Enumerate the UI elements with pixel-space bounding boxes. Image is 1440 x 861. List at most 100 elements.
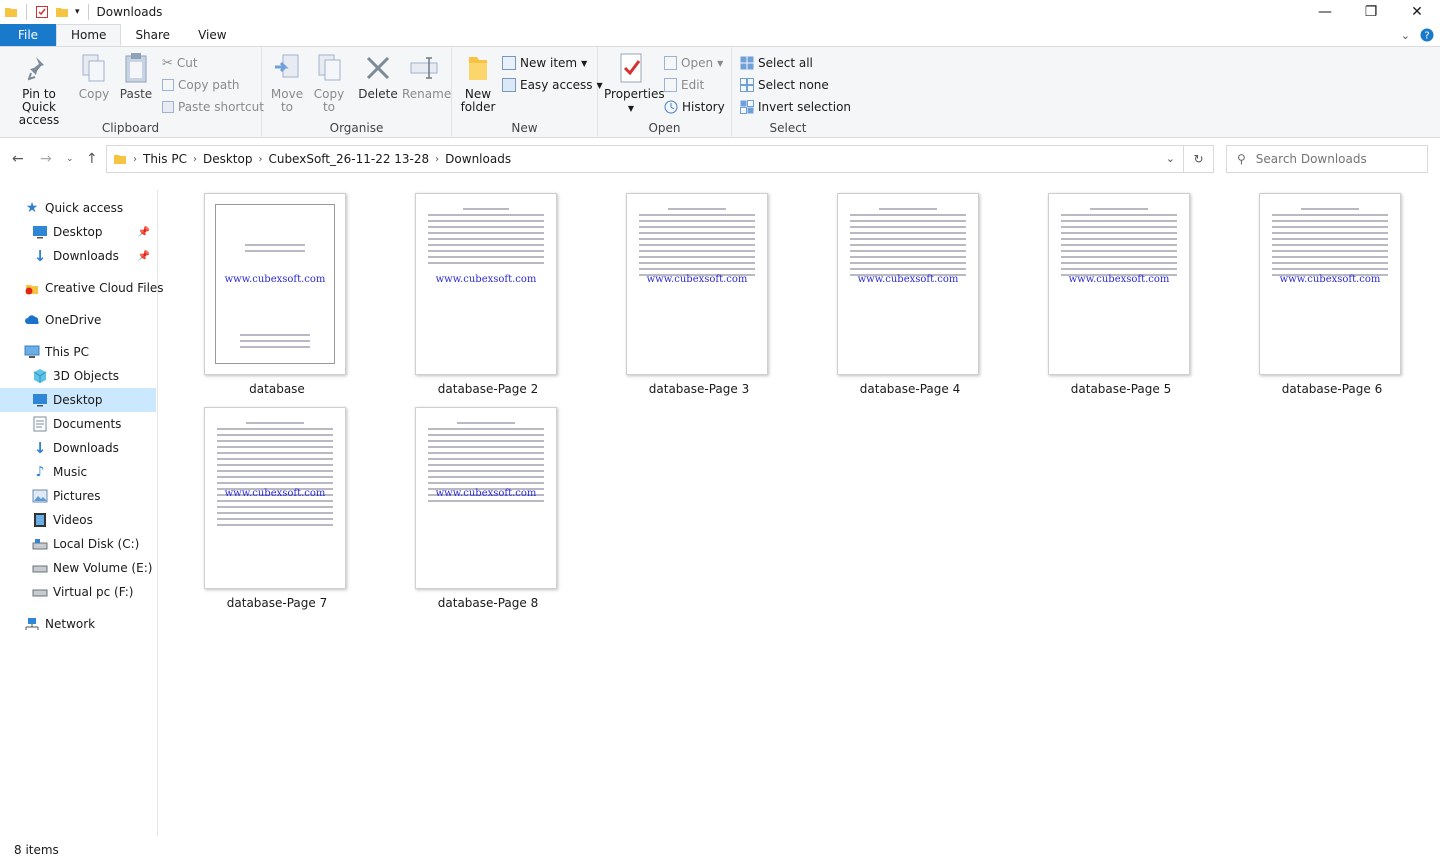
chevron-right-icon[interactable]: › [193, 154, 197, 165]
tab-share[interactable]: Share [121, 24, 184, 46]
open-button[interactable]: Open ▼ [664, 53, 723, 73]
breadcrumb-downloads[interactable]: Downloads [445, 152, 511, 166]
easy-access-button[interactable]: Easy access ▼ [502, 75, 603, 95]
sidebar-item-downloads-pinned[interactable]: ↓ Downloads 📌 [0, 244, 156, 268]
tab-home[interactable]: Home [56, 24, 122, 46]
watermark: www.cubexsoft.com [646, 274, 748, 285]
sidebar-item-virtual-pc-f[interactable]: Virtual pc (F:) [0, 580, 156, 604]
properties-button[interactable]: Properties ▼ [604, 51, 665, 115]
maximize-button[interactable]: ❐ [1348, 0, 1394, 24]
file-thumbnail[interactable]: www.cubexsoft.com [837, 193, 979, 375]
up-arrow-icon[interactable]: ↑ [86, 151, 98, 167]
new-folder-icon[interactable] [55, 5, 69, 19]
pin-icon[interactable]: 📌 [138, 251, 150, 262]
copy-to-button[interactable]: Copy to [310, 51, 348, 114]
file-thumbnail[interactable]: www.cubexsoft.com [1048, 193, 1190, 375]
delete-button[interactable]: Delete [358, 51, 398, 101]
file-name[interactable]: database [197, 382, 357, 396]
address-bar[interactable]: › This PC › Desktop › CubexSoft_26-11-22… [106, 145, 1184, 173]
edit-label: Edit [681, 78, 705, 92]
chevron-down-icon: ▼ [627, 104, 635, 113]
move-to-button[interactable]: Move to [268, 51, 306, 114]
history-button[interactable]: History [664, 97, 725, 117]
sidebar-item-local-disk-c[interactable]: Local Disk (C:) [0, 532, 156, 556]
file-name[interactable]: database-Page 2 [408, 382, 568, 396]
paste-shortcut-button[interactable]: Paste shortcut [162, 97, 264, 117]
minimize-button[interactable]: — [1302, 0, 1348, 24]
sidebar-item-music[interactable]: ♪ Music [0, 460, 156, 484]
clipboard-group: Pin to Quick access Copy Paste ✂ Cut Copy… [0, 47, 264, 138]
sidebar-item-desktop[interactable]: Desktop [0, 388, 156, 412]
file-name[interactable]: database-Page 3 [619, 382, 779, 396]
chevron-down-icon[interactable]: ▾ [75, 7, 80, 17]
copy-path-button[interactable]: Copy path [162, 75, 240, 95]
sidebar-item-downloads[interactable]: ↓ Downloads [0, 436, 156, 460]
new-item-button[interactable]: New item ▼ [502, 53, 587, 73]
sidebar-item-onedrive[interactable]: OneDrive [0, 308, 156, 332]
sidebar-item-documents[interactable]: Documents [0, 412, 156, 436]
breadcrumb-desktop[interactable]: Desktop [203, 152, 253, 166]
breadcrumb-this-pc[interactable]: This PC [143, 152, 187, 166]
close-button[interactable]: ✕ [1394, 0, 1440, 24]
new-folder-label: New folder [460, 87, 496, 114]
breadcrumb-cubexsoft[interactable]: CubexSoft_26-11-22 13-28 [268, 152, 429, 166]
new-folder-button[interactable]: New folder [458, 51, 498, 114]
copy-button[interactable]: Copy [76, 51, 112, 101]
sidebar-item-desktop-pinned[interactable]: Desktop 📌 [0, 220, 156, 244]
edit-button[interactable]: Edit [664, 75, 704, 95]
file-thumbnail[interactable]: www.cubexsoft.com [415, 193, 557, 375]
file-thumbnail[interactable]: www.cubexsoft.com [626, 193, 768, 375]
select-none-button[interactable]: Select none [740, 75, 829, 95]
sidebar-item-pictures[interactable]: Pictures [0, 484, 156, 508]
paste-button[interactable]: Paste [116, 51, 156, 101]
select-all-button[interactable]: Select all [740, 53, 813, 73]
chevron-right-icon[interactable]: › [435, 154, 439, 165]
drive-icon [32, 536, 48, 552]
invert-selection-icon [740, 100, 754, 114]
clipboard-group-label: Clipboard [101, 121, 160, 135]
desktop-icon [32, 224, 48, 240]
paste-label: Paste [119, 87, 153, 101]
pin-to-quick-access-button[interactable]: Pin to Quick access [4, 51, 74, 127]
rename-label: Rename [402, 87, 452, 101]
file-thumbnail[interactable]: www.cubexsoft.com [204, 193, 346, 375]
sidebar-item-creative-cloud[interactable]: Creative Cloud Files [0, 276, 164, 300]
address-dropdown-icon[interactable]: ⌄ [1166, 152, 1175, 165]
file-thumbnail[interactable]: www.cubexsoft.com [204, 407, 346, 589]
file-thumbnail[interactable]: www.cubexsoft.com [415, 407, 557, 589]
sidebar-item-label: Documents [53, 417, 122, 431]
forward-arrow-icon[interactable]: → [40, 151, 52, 167]
sidebar-item-label: Virtual pc (F:) [53, 585, 134, 599]
file-name[interactable]: database-Page 8 [408, 596, 568, 610]
tab-file[interactable]: File [0, 24, 56, 46]
sidebar-item-videos[interactable]: Videos [0, 508, 156, 532]
file-name[interactable]: database-Page 6 [1252, 382, 1412, 396]
search-box[interactable]: ⚲ [1226, 145, 1428, 173]
rename-button[interactable]: Rename [402, 51, 451, 101]
file-name[interactable]: database-Page 4 [830, 382, 990, 396]
invert-selection-button[interactable]: Invert selection [740, 97, 851, 117]
tab-view[interactable]: View [184, 24, 240, 46]
help-icon[interactable]: ? [1420, 28, 1434, 42]
sidebar-item-3d-objects[interactable]: 3D Objects [0, 364, 156, 388]
paste-icon [125, 53, 147, 83]
recent-locations-chevron-icon[interactable]: ⌄ [66, 154, 74, 164]
pin-icon[interactable]: 📌 [138, 227, 150, 238]
back-arrow-icon[interactable]: ← [12, 151, 24, 167]
sidebar-item-this-pc[interactable]: This PC [0, 340, 156, 364]
file-name[interactable]: database-Page 7 [197, 596, 357, 610]
file-name[interactable]: database-Page 5 [1041, 382, 1201, 396]
sidebar-item-label: New Volume (E:) [53, 561, 153, 575]
sidebar-item-quick-access[interactable]: ★ Quick access [0, 196, 156, 220]
chevron-down-icon[interactable]: ⌄ [1401, 29, 1410, 42]
cut-button[interactable]: ✂ Cut [162, 53, 198, 73]
chevron-right-icon[interactable]: › [258, 154, 262, 165]
window-title: Downloads [96, 5, 163, 19]
search-input[interactable] [1255, 152, 1406, 166]
watermark: www.cubexsoft.com [1279, 274, 1381, 285]
file-thumbnail[interactable]: www.cubexsoft.com [1259, 193, 1401, 375]
sidebar-item-new-volume-e[interactable]: New Volume (E:) [0, 556, 156, 580]
refresh-button[interactable]: ↻ [1184, 145, 1214, 173]
sidebar-item-network[interactable]: Network [0, 612, 156, 636]
properties-check-icon[interactable] [35, 5, 49, 19]
